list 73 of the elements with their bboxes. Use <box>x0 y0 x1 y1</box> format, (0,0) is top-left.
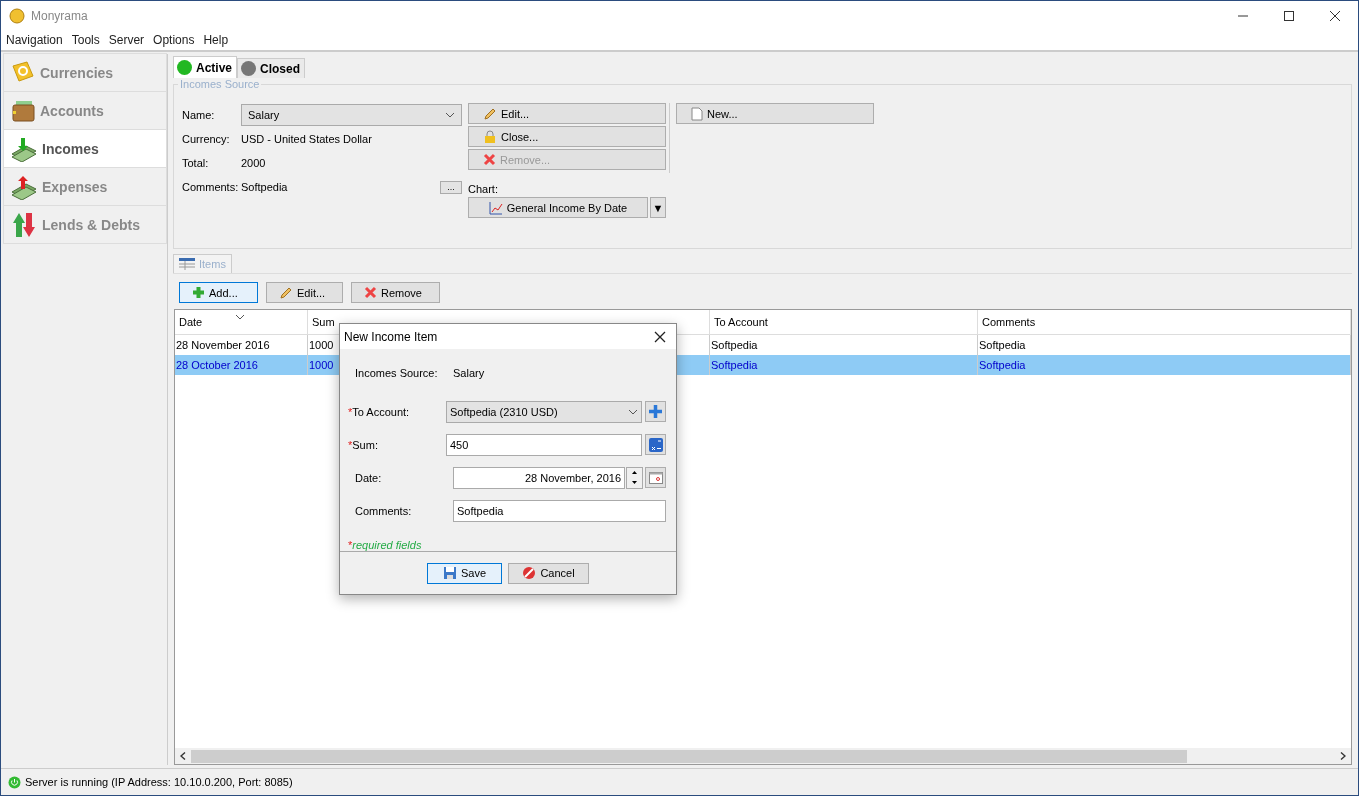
chart-dropdown-button[interactable]: ▼ <box>650 197 666 218</box>
pencil-icon <box>279 285 293 300</box>
chart-button[interactable]: General Income By Date <box>468 197 648 218</box>
field-label: Comments: <box>354 505 413 517</box>
table-cell: Softpedia <box>710 335 978 355</box>
field-label: *Sum: <box>348 439 379 451</box>
sort-caret-icon <box>235 314 245 320</box>
account-dropdown[interactable]: Softpedia (2310 USD) <box>446 401 642 423</box>
field-value: 2000 <box>241 157 266 169</box>
status-text: Server is running (IP Address: 10.10.0.200, Port: 8085) <box>25 776 293 788</box>
table-icon <box>179 258 195 270</box>
horizontal-scrollbar[interactable] <box>175 748 1351 764</box>
menu-item[interactable]: Options <box>153 33 195 47</box>
toolbar-button[interactable]: Add... <box>179 282 258 303</box>
field-label: Date: <box>354 472 383 484</box>
tab[interactable]: Closed <box>237 58 306 78</box>
two-arrows-icon <box>10 210 38 239</box>
money-arrow-up-icon <box>10 173 38 200</box>
menu-item[interactable]: Help <box>203 33 229 47</box>
field-label: Comments: <box>182 181 240 193</box>
pencil-icon <box>483 106 497 121</box>
chevron-down-icon <box>628 409 638 415</box>
table-cell: 28 October 2016 <box>175 355 308 375</box>
close-icon[interactable] <box>654 330 666 343</box>
scroll-right-icon[interactable] <box>1340 752 1346 760</box>
action-button[interactable]: Edit... <box>468 103 666 124</box>
more-button[interactable]: ... <box>440 180 462 194</box>
cross-icon <box>364 286 377 299</box>
add-account-button[interactable] <box>645 401 666 423</box>
coin-icon <box>9 7 25 24</box>
sum-field[interactable]: 450 <box>446 434 642 456</box>
required-fields-note: *required fields <box>348 539 423 552</box>
table-cell: Softpedia <box>710 355 978 375</box>
action-button[interactable]: Close... <box>468 126 666 147</box>
no-entry-icon <box>522 566 537 581</box>
chart-label: Chart: <box>468 183 499 195</box>
power-icon <box>8 775 21 789</box>
field-label: Name: <box>182 109 216 121</box>
field-value: USD - United States Dollar <box>241 133 372 145</box>
tab[interactable]: Active <box>173 56 238 78</box>
close-icon[interactable] <box>1330 10 1340 21</box>
window-title: Monyrama <box>31 8 88 23</box>
toolbar-button[interactable]: Edit... <box>266 282 343 303</box>
document-icon <box>691 106 703 121</box>
table-cell: 28 November 2016 <box>175 335 308 355</box>
menu-item[interactable]: Server <box>108 33 145 47</box>
new-button[interactable]: New... <box>676 103 874 124</box>
dialog-button[interactable]: Cancel <box>508 562 589 584</box>
field-label: *To Account: <box>348 406 411 418</box>
scroll-left-icon[interactable] <box>180 752 186 760</box>
field-label: Total: <box>182 157 210 169</box>
plus-icon <box>192 286 205 299</box>
sidebar-item[interactable]: Incomes <box>3 129 167 168</box>
panel-title: Incomes Source <box>178 78 262 90</box>
dialog-button[interactable]: Save <box>427 562 502 584</box>
toolbar-button[interactable]: Remove <box>351 282 440 303</box>
field-label: Currency: <box>182 133 231 145</box>
lock-icon <box>483 129 497 144</box>
comments-field[interactable]: Softpedia <box>453 500 666 522</box>
maximize-icon[interactable] <box>1284 10 1294 21</box>
name-dropdown[interactable]: Salary <box>241 104 462 126</box>
table-cell: Softpedia <box>978 355 1351 375</box>
menu-item[interactable]: Tools <box>71 33 100 47</box>
date-field[interactable]: 28 November, 2016 <box>453 467 625 489</box>
money-arrow-down-icon <box>10 135 38 162</box>
cross-icon <box>483 153 496 166</box>
chevron-down-icon <box>445 112 455 118</box>
calculator-button[interactable] <box>645 434 666 456</box>
date-spinner[interactable] <box>626 467 643 489</box>
menu-item[interactable]: Navigation <box>6 33 63 47</box>
field-value: Softpedia <box>241 181 288 193</box>
table-cell: Softpedia <box>978 335 1351 355</box>
line-chart-icon <box>488 200 503 215</box>
